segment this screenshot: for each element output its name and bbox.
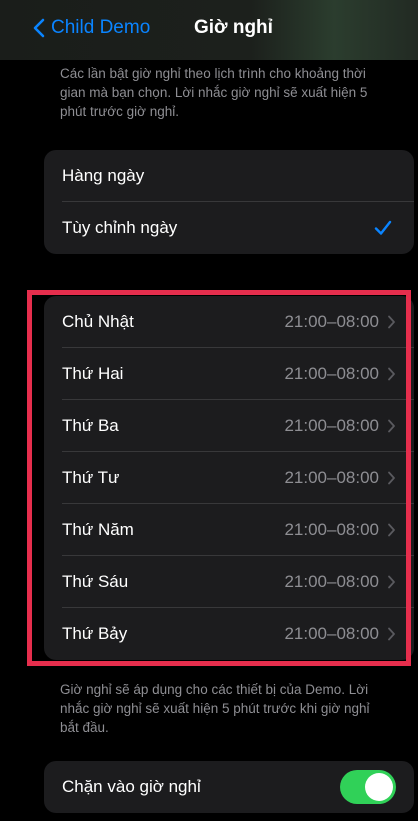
- schedule-options-group: Hàng ngày Tùy chỉnh ngày: [44, 150, 414, 254]
- day-row-monday[interactable]: Thứ Hai 21:00–08:00: [44, 348, 414, 400]
- page-title: Giờ nghỉ: [194, 17, 273, 38]
- option-every-day[interactable]: Hàng ngày: [44, 150, 414, 202]
- day-label: Thứ Hai: [62, 364, 124, 383]
- block-setting-label: Chặn vào giờ nghỉ: [62, 777, 201, 796]
- chevron-right-icon: [388, 315, 395, 329]
- day-row-thursday[interactable]: Thứ Năm 21:00–08:00: [44, 504, 414, 556]
- day-row-tuesday[interactable]: Thứ Ba 21:00–08:00: [44, 400, 414, 452]
- chevron-right-icon: [388, 575, 395, 589]
- day-time-range: 21:00–08:00: [284, 468, 379, 487]
- days-footnote: Giờ nghỉ sẽ áp dụng cho các thiết bị của…: [60, 682, 370, 735]
- chevron-left-icon: [33, 18, 45, 38]
- day-row-sunday[interactable]: Chủ Nhật 21:00–08:00: [44, 296, 414, 348]
- day-time-range: 21:00–08:00: [284, 416, 379, 435]
- day-label: Thứ Sáu: [62, 572, 129, 591]
- block-at-downtime-row: Chặn vào giờ nghỉ: [44, 761, 414, 813]
- day-time-range: 21:00–08:00: [284, 364, 379, 383]
- day-time-range: 21:00–08:00: [284, 312, 379, 331]
- day-time-range: 21:00–08:00: [284, 572, 379, 591]
- day-label: Chủ Nhật: [62, 312, 134, 331]
- option-label: Tùy chỉnh ngày: [62, 218, 178, 237]
- day-label: Thứ Tư: [62, 468, 120, 487]
- chevron-right-icon: [388, 471, 395, 485]
- back-button-label: Child Demo: [51, 17, 151, 38]
- day-row-saturday[interactable]: Thứ Bảy 21:00–08:00: [44, 608, 414, 660]
- chevron-right-icon: [388, 367, 395, 381]
- day-label: Thứ Ba: [62, 416, 119, 435]
- days-group: Chủ Nhật 21:00–08:00 Thứ Hai 21:00–08:00…: [44, 296, 414, 660]
- toggle-knob: [365, 773, 393, 801]
- chevron-right-icon: [388, 419, 395, 433]
- day-label: Thứ Năm: [62, 520, 134, 539]
- block-setting-group: Chặn vào giờ nghỉ: [44, 761, 414, 813]
- day-time-range: 21:00–08:00: [284, 520, 379, 539]
- checkmark-icon: [374, 220, 392, 235]
- block-at-downtime-toggle[interactable]: [340, 770, 396, 804]
- day-row-wednesday[interactable]: Thứ Tư 21:00–08:00: [44, 452, 414, 504]
- day-label: Thứ Bảy: [62, 624, 128, 643]
- day-row-friday[interactable]: Thứ Sáu 21:00–08:00: [44, 556, 414, 608]
- option-custom-days[interactable]: Tùy chỉnh ngày: [44, 202, 414, 254]
- chevron-right-icon: [388, 523, 395, 537]
- navigation-bar: Child Demo Giờ nghỉ: [0, 0, 418, 60]
- back-button[interactable]: Child Demo: [33, 17, 150, 39]
- day-time-range: 21:00–08:00: [284, 624, 379, 643]
- chevron-right-icon: [388, 627, 395, 641]
- intro-description: Các lần bật giờ nghỉ theo lịch trình cho…: [60, 66, 368, 119]
- option-label: Hàng ngày: [62, 166, 145, 185]
